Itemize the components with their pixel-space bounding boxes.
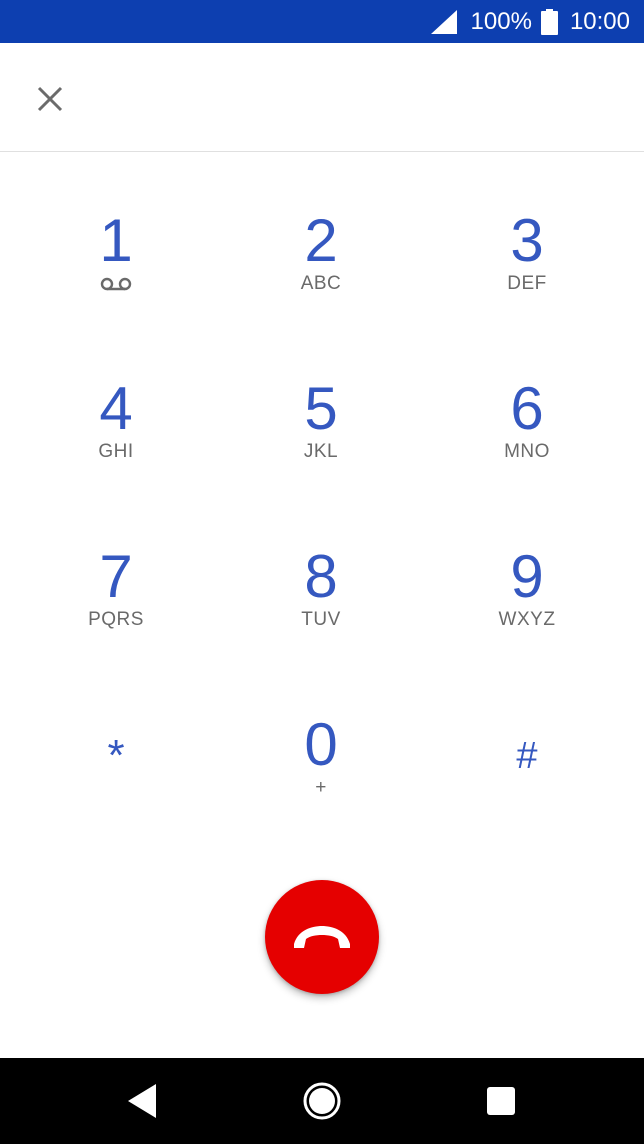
clock: 10:00: [569, 7, 630, 35]
key-digit: *: [107, 731, 125, 780]
key-1[interactable]: 1: [36, 152, 196, 292]
end-call-icon: [294, 926, 350, 948]
key-hash[interactable]: #: [447, 656, 607, 796]
key-digit: 4: [99, 375, 133, 442]
key-6[interactable]: 6 MNO: [447, 320, 607, 463]
key-digit: 3: [510, 207, 544, 274]
key-letters: WXYZ: [498, 609, 556, 630]
home-button[interactable]: [297, 1076, 347, 1126]
key-digit: 2: [304, 207, 338, 274]
key-0[interactable]: 0 +: [241, 656, 401, 799]
key-digit: 9: [510, 543, 544, 610]
dial-pad: 1 2 ABC 3 DEF 4 GHI 5 JKL 6 MNO 7 PQRS 8…: [0, 152, 644, 852]
key-2[interactable]: 2 ABC: [241, 152, 401, 295]
status-bar: 100% 10:00: [0, 0, 644, 43]
close-button[interactable]: [26, 75, 74, 123]
key-4[interactable]: 4 GHI: [36, 320, 196, 463]
battery-icon: [540, 8, 558, 35]
battery-percent: 100%: [470, 7, 532, 35]
home-icon: [303, 1082, 341, 1120]
back-icon: [128, 1084, 156, 1118]
key-7[interactable]: 7 PQRS: [36, 488, 196, 631]
key-digit: 1: [99, 207, 133, 274]
close-icon: [37, 86, 63, 112]
key-star[interactable]: *: [36, 656, 196, 796]
key-letters: PQRS: [88, 609, 144, 630]
navigation-bar: [0, 1058, 644, 1144]
status-indicators: 100% 10:00: [430, 0, 630, 43]
key-letters: +: [315, 777, 327, 798]
key-digit: 6: [510, 375, 544, 442]
end-call-button[interactable]: [265, 880, 379, 994]
key-3[interactable]: 3 DEF: [447, 152, 607, 295]
key-digit: 5: [304, 375, 338, 442]
key-digit: 0: [304, 711, 338, 778]
key-letters: JKL: [303, 441, 339, 462]
recents-icon: [487, 1087, 515, 1115]
key-digit: 7: [99, 543, 133, 610]
key-letters: ABC: [300, 273, 342, 294]
key-5[interactable]: 5 JKL: [241, 320, 401, 463]
key-letters: MNO: [504, 441, 550, 462]
recents-button[interactable]: [476, 1076, 526, 1126]
key-9[interactable]: 9 WXYZ: [447, 488, 607, 631]
dialer-header: [0, 43, 644, 152]
signal-icon: [430, 9, 457, 34]
key-digit: #: [516, 735, 538, 777]
key-digit: 8: [304, 543, 338, 610]
key-8[interactable]: 8 TUV: [241, 488, 401, 631]
key-letters: DEF: [507, 273, 547, 294]
back-button[interactable]: [118, 1076, 168, 1126]
key-letters: GHI: [98, 441, 134, 462]
voicemail-icon: [100, 277, 132, 291]
key-letters: TUV: [301, 609, 341, 630]
